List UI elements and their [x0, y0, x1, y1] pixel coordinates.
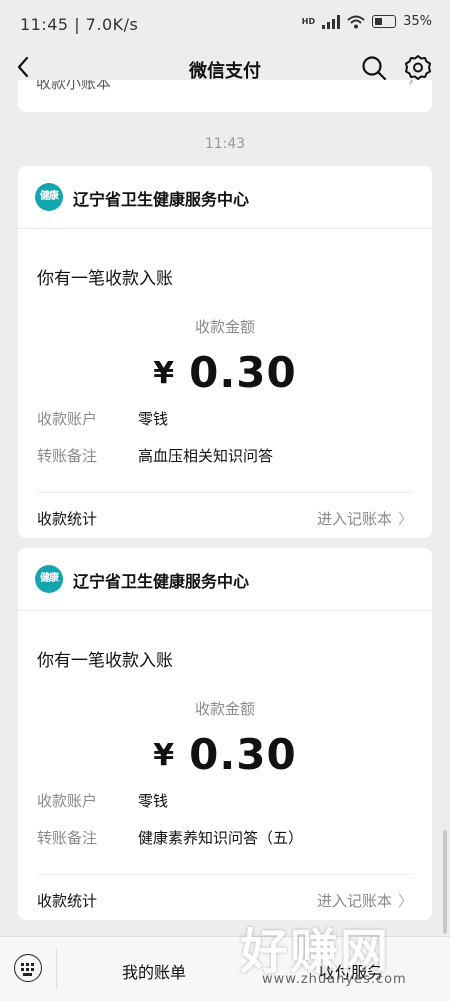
- battery-icon: [372, 15, 397, 28]
- detail-row: 转账备注 高血压相关知识问答: [37, 445, 273, 466]
- signal-icon: [322, 14, 341, 29]
- chevron-right-icon: ›: [408, 80, 414, 90]
- battery-level: 35%: [403, 14, 432, 29]
- network-badge: HD: [301, 16, 316, 26]
- chevron-right-icon: 〉: [397, 892, 413, 910]
- payment-card[interactable]: 健康 辽宁省卫生健康服务中心 你有一笔收款入账 收款金额 ¥0.30 收款账户 零…: [18, 166, 432, 538]
- detail-value: 零钱: [138, 792, 169, 810]
- amount-number: 0.30: [189, 730, 297, 779]
- amount-number: 0.30: [189, 348, 297, 397]
- previous-card-text: 收款小账本: [36, 80, 112, 92]
- ledger-link[interactable]: 进入记账本〉: [317, 890, 413, 911]
- amount-label: 收款金额: [194, 318, 255, 336]
- ledger-link-label: 进入记账本: [316, 510, 392, 528]
- merchant-logo: 健康: [35, 565, 63, 593]
- message-timestamp: 11:43: [204, 136, 246, 152]
- detail-key: 转账备注: [37, 829, 98, 847]
- footer-stats-label: 收款统计: [37, 892, 98, 910]
- search-icon[interactable]: [360, 54, 388, 82]
- card-footer[interactable]: 收款统计 进入记账本〉: [37, 874, 413, 920]
- tab-my-bills[interactable]: 我的账单: [56, 959, 252, 983]
- status-icons: HD 35%: [302, 14, 432, 29]
- detail-value: 零钱: [138, 410, 169, 428]
- merchant-logo: 健康: [35, 183, 63, 211]
- card-headline: 你有一笔收款入账: [37, 269, 173, 289]
- detail-value: 高血压相关知识问答: [138, 447, 274, 465]
- footer-stats-label: 收款统计: [37, 510, 98, 528]
- wifi-icon: [347, 15, 365, 28]
- merchant-name: 辽宁省卫生健康服务中心: [73, 572, 250, 591]
- ledger-link[interactable]: 进入记账本〉: [317, 508, 413, 529]
- amount-value: ¥0.30: [18, 348, 432, 397]
- detail-key: 转账备注: [37, 447, 98, 465]
- currency-symbol: ¥: [153, 738, 176, 773]
- detail-row: 收款账户 零钱: [37, 790, 168, 811]
- chevron-right-icon: 〉: [397, 510, 413, 528]
- keyboard-icon[interactable]: [14, 954, 42, 982]
- card-header[interactable]: 健康 辽宁省卫生健康服务中心: [18, 166, 432, 229]
- detail-row: 收款账户 零钱: [37, 408, 168, 429]
- ledger-link-label: 进入记账本: [316, 892, 392, 910]
- gear-icon[interactable]: [403, 53, 433, 83]
- previous-card[interactable]: 收款小账本 ›: [18, 80, 432, 112]
- amount-value: ¥0.30: [18, 730, 432, 779]
- status-bar: 11:45 | 7.0K/s HD 35%: [0, 0, 450, 46]
- detail-key: 收款账户: [37, 792, 98, 810]
- card-header[interactable]: 健康 辽宁省卫生健康服务中心: [18, 548, 432, 611]
- merchant-name: 辽宁省卫生健康服务中心: [73, 190, 250, 209]
- payment-card[interactable]: 健康 辽宁省卫生健康服务中心 你有一笔收款入账 收款金额 ¥0.30 收款账户 零…: [18, 548, 432, 920]
- currency-symbol: ¥: [153, 356, 176, 391]
- tab-payment-services[interactable]: 收付服务: [252, 959, 450, 983]
- scrollbar[interactable]: [443, 830, 447, 934]
- status-time: 11:45 | 7.0K/s: [20, 15, 139, 34]
- card-footer[interactable]: 收款统计 进入记账本〉: [37, 492, 413, 538]
- detail-value: 健康素养知识问答（五）: [138, 829, 304, 847]
- amount-label: 收款金额: [194, 700, 255, 718]
- card-headline: 你有一笔收款入账: [37, 651, 173, 671]
- detail-key: 收款账户: [37, 410, 98, 428]
- detail-row: 转账备注 健康素养知识问答（五）: [37, 827, 303, 848]
- bottom-menu-bar: 我的账单 收付服务: [0, 936, 450, 1001]
